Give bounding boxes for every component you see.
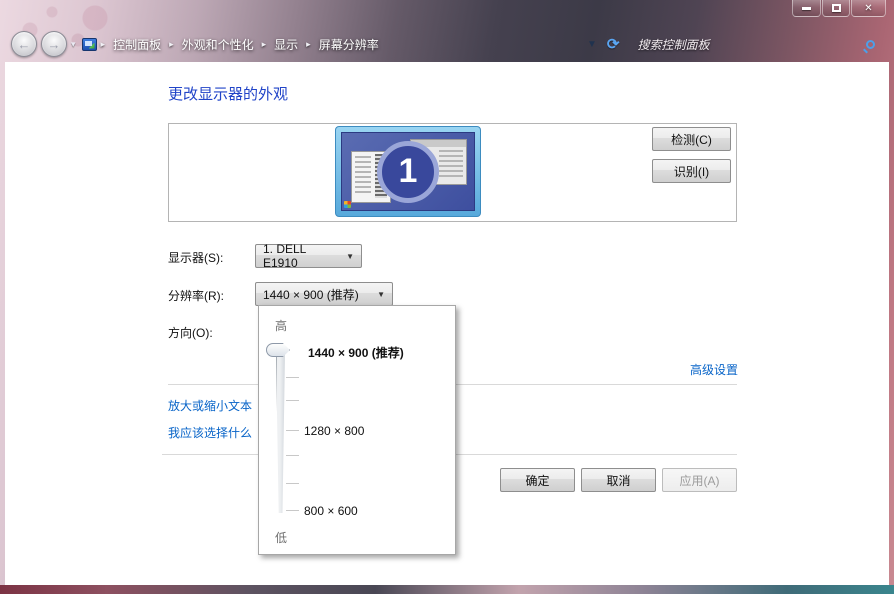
slider-tick [286,430,299,431]
orientation-label: 方向(O): [168,324,213,341]
monitor-number: 1 [399,152,418,191]
slider-tick [286,377,299,378]
apply-button: 应用(A) [662,468,737,492]
window-controls: ✕ [791,0,886,17]
detect-button[interactable]: 检测(C) [652,127,731,151]
search-dropdown-icon[interactable]: ▼ [587,39,597,50]
resolution-option-1280x800[interactable]: 1280 × 800 [304,424,364,438]
resolution-option-800x600[interactable]: 800 × 600 [304,504,358,518]
breadcrumb-appearance[interactable]: 外观和个性化 [174,33,262,56]
slider-tick [286,483,299,484]
identify-button[interactable]: 识别(I) [652,159,731,183]
chevron-down-icon: ▼ [367,290,385,299]
ok-button[interactable]: 确定 [500,468,575,492]
display-select-value: 1. DELL E1910 [263,242,336,270]
resolution-select[interactable]: 1440 × 900 (推荐) ▼ [255,282,393,306]
minimize-button[interactable] [792,0,821,17]
advanced-settings-link[interactable]: 高级设置 [690,361,738,378]
cancel-button[interactable]: 取消 [581,468,656,492]
breadcrumb-display[interactable]: 显示 [266,33,306,56]
resolution-label: 分辨率(R): [168,287,224,304]
back-button[interactable]: ← [11,31,37,57]
monitor-preview[interactable]: 1 [335,126,481,217]
breadcrumb-control-panel[interactable]: 控制面板 [105,33,169,56]
windows-logo-icon [344,201,351,208]
slider-tick [286,455,299,456]
search-input[interactable]: 搜索控制面板 [637,36,866,53]
which-settings-link[interactable]: 我应该选择什么 [168,424,252,441]
slider-tick [286,510,299,511]
forward-button[interactable]: → [41,31,67,57]
resolution-select-value: 1440 × 900 (推荐) [263,286,359,303]
refresh-icon[interactable]: ⟳ [607,35,620,53]
breadcrumb: ▸ 控制面板 ▸ 外观和个性化 ▸ 显示 ▸ 屏幕分辨率 [101,33,387,56]
back-icon: ← [18,37,31,52]
monitor-number-badge: 1 [377,141,439,203]
forward-icon: → [48,37,61,52]
resolution-option-1440x900[interactable]: 1440 × 900 (推荐) [308,344,404,361]
recent-pages-chevron-icon[interactable]: ▾ [71,39,76,50]
monitor-screen: 1 [341,132,475,211]
display-select[interactable]: 1. DELL E1910 ▼ [255,244,362,268]
navigation-bar: ← → ▾ ▸ 控制面板 ▸ 外观和个性化 ▸ 显示 ▸ 屏幕分辨率 ▼ ⟳ 搜… [5,26,889,62]
resolution-dropdown-panel: 高 1440 × 900 (推荐) 1280 × 800 800 × 600 低 [258,305,456,555]
close-button[interactable]: ✕ [851,0,886,17]
search-box[interactable]: ▼ ⟳ 搜索控制面板 [587,35,879,53]
window-frame: ✕ ← → ▾ ▸ 控制面板 ▸ 外观和个性化 ▸ 显示 ▸ 屏幕分辨率 ▼ ⟳… [0,0,894,594]
maximize-icon [832,4,841,12]
search-icon[interactable] [866,40,875,49]
page-title: 更改显示器的外观 [168,83,288,104]
high-label: 高 [275,317,287,334]
chevron-down-icon: ▼ [336,252,354,261]
resolution-slider-handle[interactable] [266,343,290,357]
minimize-icon [802,7,811,10]
slider-tick [286,400,299,401]
window-bottom-border [0,585,894,594]
low-label: 低 [275,529,287,546]
display-label: 显示器(S): [168,249,223,266]
breadcrumb-screen-resolution[interactable]: 屏幕分辨率 [311,33,387,56]
close-icon: ✕ [864,3,872,14]
make-text-larger-link[interactable]: 放大或缩小文本 [168,397,252,414]
maximize-button[interactable] [822,0,850,17]
control-panel-icon [82,38,97,51]
main-content: 更改显示器的外观 1 检测(C) 识别(I) 显示器(S): 1. DELL E… [5,62,889,585]
resolution-slider-track[interactable] [276,353,285,513]
